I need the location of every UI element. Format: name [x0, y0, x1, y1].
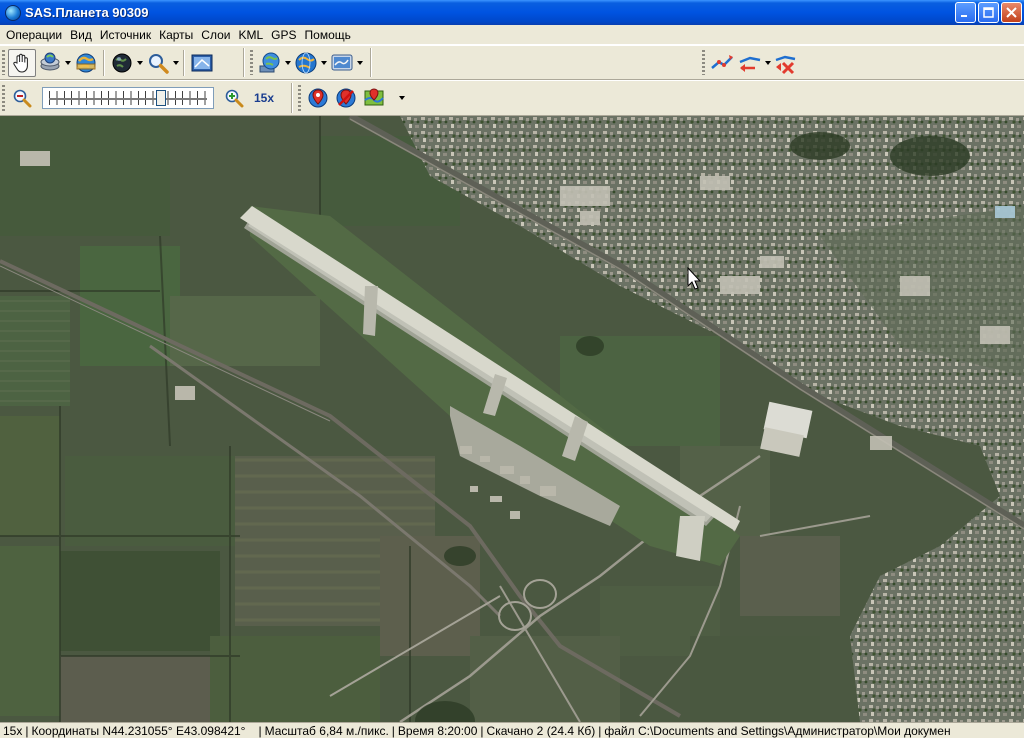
- zoom-toolbar: 15x: [0, 81, 293, 115]
- menu-maps[interactable]: Карты: [155, 26, 197, 44]
- zoom-toolbar-row: 15x: [0, 80, 1024, 116]
- magnifier-icon: [149, 53, 169, 74]
- map-export-icon: [191, 54, 213, 71]
- zoom-in-icon: [225, 89, 244, 108]
- menu-gps[interactable]: GPS: [267, 26, 300, 44]
- layers-toolbar: [248, 46, 372, 79]
- gps-delete-button[interactable]: [772, 49, 800, 77]
- toolbar-separator: [183, 49, 185, 76]
- marks-layer-icon: [364, 88, 384, 106]
- status-zoom: 15x: [3, 723, 23, 738]
- menu-help[interactable]: Помощь: [301, 26, 355, 44]
- gps-route-dropdown[interactable]: [764, 49, 772, 77]
- status-downloaded: Скачано 2 (24.4 Кб): [486, 723, 596, 738]
- close-button[interactable]: [1001, 2, 1022, 23]
- minimize-button[interactable]: [955, 2, 976, 23]
- close-icon: [1006, 7, 1017, 18]
- status-coordinates: Координаты N44.231055° E43.098421°: [31, 723, 246, 738]
- maximize-icon: [983, 7, 994, 18]
- marks-add-icon: [308, 88, 328, 108]
- gps-route-button[interactable]: [736, 49, 764, 77]
- toolbar-grip[interactable]: [2, 50, 5, 75]
- sphere-icon: [112, 53, 132, 72]
- layers-dropdown[interactable]: [64, 49, 72, 77]
- gps-track-button[interactable]: [708, 49, 736, 77]
- marks-add-button[interactable]: [304, 84, 332, 112]
- minimize-icon: [961, 15, 967, 17]
- toolbar-end: [370, 48, 372, 77]
- zoom-in-button[interactable]: [220, 84, 248, 112]
- marks-layer-button[interactable]: [360, 84, 388, 112]
- main-toolbar-row: [0, 45, 1024, 80]
- zoom-level-label: 15x: [254, 91, 275, 105]
- zoom-slider-track: [49, 98, 207, 100]
- menu-view[interactable]: Вид: [66, 26, 96, 44]
- status-file-path: файл C:\Documents and Settings\Администр…: [604, 723, 951, 738]
- hand-icon: [13, 53, 28, 73]
- window-controls: [955, 2, 1022, 23]
- globe-map-icon: [295, 52, 317, 73]
- source-button[interactable]: [72, 49, 100, 77]
- menu-operations[interactable]: Операции: [2, 26, 66, 44]
- zoom-out-icon: [13, 89, 32, 108]
- layer-screen-button[interactable]: [328, 49, 356, 77]
- gps-toolbar: [700, 46, 800, 79]
- status-time: Время 8:20:00: [397, 723, 478, 738]
- app-globe-icon: [5, 4, 21, 21]
- gps-delete-icon: [775, 55, 796, 74]
- satellite-map-image: [0, 116, 1024, 722]
- map-type-button[interactable]: [108, 49, 136, 77]
- window-title: SAS.Планета 90309: [25, 5, 149, 20]
- toolbar-end: [243, 48, 245, 77]
- layer-earth-dropdown[interactable]: [284, 49, 292, 77]
- main-toolbar: [0, 46, 245, 79]
- marks-dropdown[interactable]: [398, 84, 406, 112]
- pan-tool-button[interactable]: [8, 48, 36, 77]
- app-window: SAS.Планета 90309 Операции Вид Источник …: [0, 0, 1024, 738]
- layer-earth-button[interactable]: [256, 49, 284, 77]
- menu-kml[interactable]: KML: [234, 26, 267, 44]
- toolbar-grip[interactable]: [2, 85, 5, 111]
- gps-track-icon: [711, 54, 733, 69]
- toolbar-grip[interactable]: [298, 85, 301, 111]
- maximize-button[interactable]: [978, 2, 999, 23]
- toolbar-grip[interactable]: [702, 50, 705, 75]
- toolbar-grip[interactable]: [250, 50, 253, 75]
- map-view[interactable]: [0, 116, 1024, 722]
- status-bar: 15x | Координаты N44.231055° E43.098421°…: [0, 722, 1024, 738]
- map-type-dropdown[interactable]: [136, 49, 144, 77]
- toolbar-separator: [103, 49, 105, 76]
- zoom-slider-thumb[interactable]: [156, 90, 166, 106]
- search-button[interactable]: [144, 49, 172, 77]
- menu-source[interactable]: Источник: [96, 26, 155, 44]
- marks-delete-button[interactable]: [332, 84, 360, 112]
- earth-layers-icon: [259, 52, 280, 72]
- menu-bar: Операции Вид Источник Карты Слои KML GPS…: [0, 25, 1024, 45]
- screen-map-icon: [331, 54, 353, 70]
- export-button[interactable]: [188, 49, 216, 77]
- layers-button[interactable]: [36, 49, 64, 77]
- gps-route-icon: [739, 56, 761, 72]
- layer-screen-dropdown[interactable]: [356, 49, 364, 77]
- zoom-out-button[interactable]: [8, 84, 36, 112]
- title-bar[interactable]: SAS.Планета 90309: [0, 0, 1024, 25]
- marks-delete-icon: [336, 88, 356, 108]
- menu-layers[interactable]: Слои: [197, 26, 234, 44]
- layer-globe-dropdown[interactable]: [320, 49, 328, 77]
- marks-toolbar: [296, 81, 406, 115]
- search-dropdown[interactable]: [172, 49, 180, 77]
- status-scale: Масштаб 6,84 м./пикс.: [264, 723, 389, 738]
- layers-stack-icon: [40, 52, 60, 70]
- zoom-slider[interactable]: [42, 87, 214, 109]
- layer-globe-button[interactable]: [292, 49, 320, 77]
- globe-source-icon: [76, 53, 96, 72]
- toolbar-end: [291, 83, 293, 113]
